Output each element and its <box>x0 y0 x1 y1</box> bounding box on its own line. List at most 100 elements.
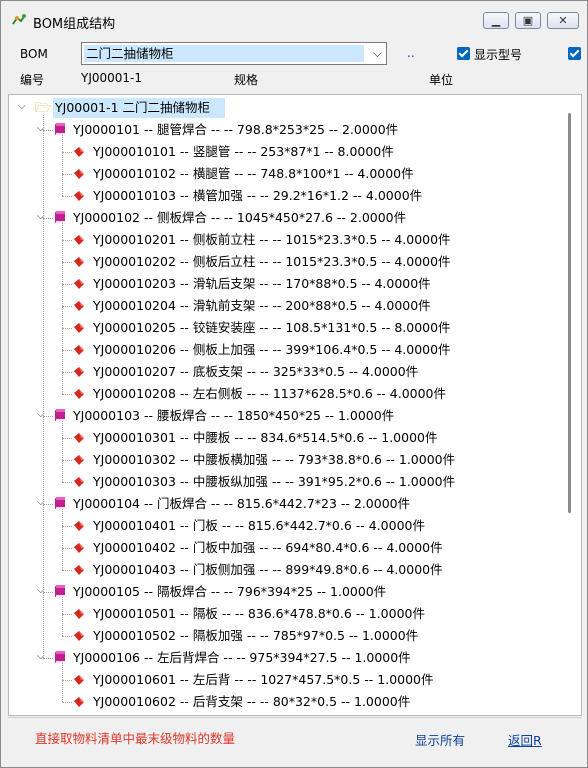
tree-part-item[interactable]: YJ000010101 -- 竖腿管 -- -- 253*87*1 -- 8.0… <box>93 141 394 163</box>
bom-combo-value: 二门二抽储物柜 <box>84 45 364 62</box>
tree-connector <box>62 614 72 615</box>
part-icon <box>73 168 85 180</box>
maximize-button[interactable]: ▣ <box>515 12 541 29</box>
tree-part-item[interactable]: YJ000010402 -- 门板中加强 -- -- 694*80.4*0.6 … <box>93 537 443 559</box>
tree-group-item[interactable]: YJ0000103 -- 腰板焊合 -- -- 1850*450*25 -- 1… <box>73 405 394 427</box>
tree-connector <box>62 526 72 527</box>
tree-part-item[interactable]: YJ000010303 -- 中腰板纵加强 -- -- 391*95.2*0.6… <box>93 471 455 493</box>
bom-combo[interactable]: 二门二抽储物柜 ⌵ <box>81 42 387 65</box>
tree-part-item[interactable]: YJ000010201 -- 侧板前立柱 -- -- 1015*23.3*0.5… <box>93 229 451 251</box>
part-icon <box>73 608 85 620</box>
tree-connector <box>43 115 44 658</box>
tree-connector <box>62 240 72 241</box>
part-icon <box>73 520 85 532</box>
vertical-scrollbar[interactable] <box>568 113 571 513</box>
tree-connector <box>62 438 72 439</box>
assembly-icon <box>53 210 67 224</box>
tree-connector <box>62 152 72 153</box>
assembly-icon <box>53 650 67 664</box>
tree-part-item[interactable]: YJ000010502 -- 隔板加强 -- -- 785*97*0.5 -- … <box>93 625 418 647</box>
close-icon: ✕ <box>558 14 568 27</box>
tree-connector <box>62 509 63 570</box>
spec-label: 规格 <box>234 73 259 87</box>
close-button[interactable]: ✕ <box>547 12 579 29</box>
tree-connector <box>62 350 72 351</box>
tree-connector <box>62 421 63 482</box>
tree-part-item[interactable]: YJ000010202 -- 侧板后立柱 -- -- 1015*23.3*0.5… <box>93 251 451 273</box>
bom-tree[interactable]: ⌵ 🗁 YJ00001-1 二门二抽储物柜 ⌵ YJ0000101 -- 腿管焊合 --… <box>8 94 582 716</box>
part-icon <box>73 674 85 686</box>
tree-connector <box>62 135 63 196</box>
tree-part-item[interactable]: YJ000010205 -- 铰链安装座 -- -- 108.5*131*0.5… <box>93 317 451 339</box>
chevron-down-icon[interactable]: ⌵ <box>373 46 382 61</box>
tree-part-item[interactable]: YJ000010204 -- 滑轨前支架 -- -- 200*88*0.5 --… <box>93 295 431 317</box>
tree-group-item[interactable]: YJ0000102 -- 侧板焊合 -- -- 1045*450*27.6 --… <box>73 207 406 229</box>
part-icon <box>73 388 85 400</box>
bom-window: BOM组成结构 ▁ ▣ ✕ BOM 二门二抽储物柜 ⌵ .. 显示型号 编号 Y… <box>0 0 588 768</box>
tree-part-item[interactable]: YJ000010207 -- 底板支架 -- -- 325*33*0.5 -- … <box>93 361 418 383</box>
tree-part-item[interactable]: YJ000010203 -- 滑轨后支架 -- -- 170*88*0.5 --… <box>93 273 431 295</box>
back-link[interactable]: 返回R <box>508 730 542 749</box>
tree-connector <box>62 597 63 636</box>
tree-part-item[interactable]: YJ000010103 -- 横管加强 -- -- 29.2*16*1.2 --… <box>93 185 422 207</box>
unit-label: 单位 <box>429 73 454 87</box>
show-model-checkbox[interactable] <box>457 47 470 60</box>
part-icon <box>73 146 85 158</box>
assembly-icon <box>53 584 67 598</box>
part-icon <box>73 630 85 642</box>
tree-connector <box>62 174 72 175</box>
part-icon <box>73 278 85 290</box>
tree-connector <box>62 460 72 461</box>
window-title: BOM组成结构 <box>33 17 116 32</box>
part-icon <box>73 300 85 312</box>
tree-part-item[interactable]: YJ000010102 -- 横腿管 -- -- 748.8*100*1 -- … <box>93 163 414 185</box>
assembly-icon <box>53 496 67 510</box>
bom-label: BOM <box>20 47 48 61</box>
tree-part-item[interactable]: YJ000010206 -- 侧板上加强 -- -- 399*106.4*0.5… <box>93 339 451 361</box>
tree-connector <box>62 306 72 307</box>
part-icon <box>73 344 85 356</box>
tree-part-item[interactable]: YJ000010301 -- 中腰板 -- -- 834.6*514.5*0.6… <box>93 427 437 449</box>
tree-connector <box>62 284 72 285</box>
part-icon <box>73 322 85 334</box>
tree-part-item[interactable]: YJ000010602 -- 后背支架 -- -- 80*32*0.5 -- 1… <box>93 691 410 713</box>
tree-part-item[interactable]: YJ000010501 -- 隔板 -- -- 836.6*478.8*0.6 … <box>93 603 425 625</box>
tree-connector <box>43 592 53 593</box>
tree-group-item[interactable]: YJ0000106 -- 左后背焊合 -- -- 975*394*27.5 --… <box>73 647 411 669</box>
code-value: YJ00001-1 <box>81 71 143 85</box>
tree-group-item[interactable]: YJ0000104 -- 门板焊合 -- -- 815.6*442.7*23 -… <box>73 493 410 515</box>
part-icon <box>73 190 85 202</box>
tree-connector <box>62 636 72 637</box>
collapse-toggle[interactable]: ⌵ <box>18 101 26 112</box>
tree-part-item[interactable]: YJ000010208 -- 左右侧板 -- -- 1137*628.5*0.6… <box>93 383 446 405</box>
minimize-button[interactable]: ▁ <box>483 12 509 29</box>
part-icon <box>73 366 85 378</box>
part-icon <box>73 696 85 708</box>
tree-part-item[interactable]: YJ000010401 -- 门板 -- -- 815.6*442.7*0.6 … <box>93 515 425 537</box>
part-icon <box>73 256 85 268</box>
status-text: 直接取物料清单中最末级物料的数量 <box>35 731 236 746</box>
part-icon <box>73 564 85 576</box>
app-icon <box>12 14 26 25</box>
divider <box>8 717 582 718</box>
tree-connector <box>43 658 53 659</box>
browse-button[interactable]: .. <box>407 46 415 60</box>
tree-root[interactable]: YJ00001-1 二门二抽储物柜 <box>55 97 210 119</box>
tree-group-item[interactable]: YJ0000101 -- 腿管焊合 -- -- 798.8*253*25 -- … <box>73 119 398 141</box>
tree-connector <box>43 130 53 131</box>
title-bar[interactable]: BOM组成结构 ▁ ▣ ✕ <box>1 1 587 39</box>
tree-group-item[interactable]: YJ0000105 -- 隔板焊合 -- -- 796*394*25 -- 1.… <box>73 581 386 603</box>
tree-part-item[interactable]: YJ000010403 -- 门板侧加强 -- -- 899*49.8*0.6 … <box>93 559 443 581</box>
extra-checkbox[interactable] <box>568 47 581 60</box>
code-label: 编号 <box>20 73 45 87</box>
tree-part-item[interactable]: YJ000010601 -- 左后背 -- -- 1027*457.5*0.5 … <box>93 669 434 691</box>
tree-part-item[interactable]: YJ000010302 -- 中腰板横加强 -- -- 793*38.8*0.6… <box>93 449 455 471</box>
part-icon <box>73 432 85 444</box>
tree-connector <box>62 223 63 394</box>
tree-connector <box>43 504 53 505</box>
part-icon <box>73 454 85 466</box>
tree-connector <box>62 328 72 329</box>
assembly-icon <box>53 408 67 422</box>
tree-connector <box>62 372 72 373</box>
show-all-link[interactable]: 显示所有 <box>415 730 465 749</box>
